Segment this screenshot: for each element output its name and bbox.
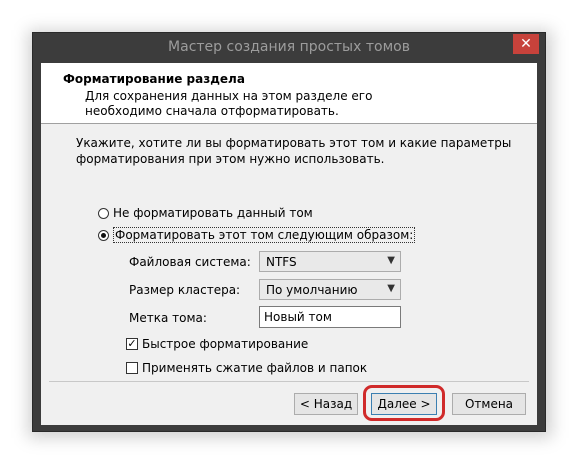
filesystem-label: Файловая система:: [129, 255, 251, 269]
back-button[interactable]: < Назад: [294, 393, 358, 415]
close-icon[interactable]: ✕: [513, 34, 539, 54]
next-button-highlight: [363, 385, 445, 421]
quick-format-label: Быстрое форматирование: [142, 337, 309, 351]
cluster-size-value: По умолчанию: [266, 283, 358, 297]
checkmark-icon[interactable]: ✓: [126, 338, 138, 350]
radio-no-format-label: Не форматировать данный том: [113, 206, 313, 220]
filesystem-value: NTFS: [266, 255, 297, 269]
volume-label-value: Новый том: [264, 310, 332, 324]
window-title: Мастер создания простых томов: [168, 39, 410, 55]
checkbox-icon[interactable]: [126, 362, 138, 374]
wizard-header: Форматирование раздела Для сохранения да…: [41, 63, 537, 124]
page-description: Для сохранения данных на этом разделе ег…: [85, 89, 373, 118]
radio-button-icon[interactable]: [98, 207, 109, 219]
page-title: Форматирование раздела: [63, 72, 245, 86]
radio-format[interactable]: Форматировать этот том следующим образом…: [98, 226, 416, 244]
title-bar[interactable]: Мастер создания простых томов ✕: [33, 33, 545, 61]
cluster-label: Размер кластера:: [129, 283, 241, 297]
cancel-button[interactable]: Отмена: [452, 393, 526, 415]
volume-label-label: Метка тома:: [129, 311, 207, 325]
radio-no-format[interactable]: Не форматировать данный том: [98, 204, 313, 222]
dialog-client-area: Форматирование раздела Для сохранения да…: [41, 63, 537, 425]
quick-format-checkbox-row[interactable]: ✓ Быстрое форматирование: [126, 336, 308, 352]
chevron-down-icon: ▼: [387, 283, 395, 294]
instruction-text: Укажите, хотите ли вы форматировать этот…: [76, 136, 512, 166]
radio-button-selected-icon[interactable]: [98, 229, 109, 241]
volume-label-input[interactable]: Новый том: [259, 306, 401, 328]
compression-checkbox-row[interactable]: Применять сжатие файлов и папок: [126, 360, 367, 376]
wizard-window: Мастер создания простых томов ✕ Форматир…: [32, 32, 546, 432]
compression-label: Применять сжатие файлов и папок: [142, 361, 368, 375]
cluster-size-select[interactable]: По умолчанию ▼: [259, 279, 401, 300]
chevron-down-icon: ▼: [387, 255, 395, 266]
radio-format-label: Форматировать этот том следующим образом…: [113, 227, 416, 243]
filesystem-select[interactable]: NTFS ▼: [259, 251, 401, 272]
footer-divider: [49, 381, 529, 382]
